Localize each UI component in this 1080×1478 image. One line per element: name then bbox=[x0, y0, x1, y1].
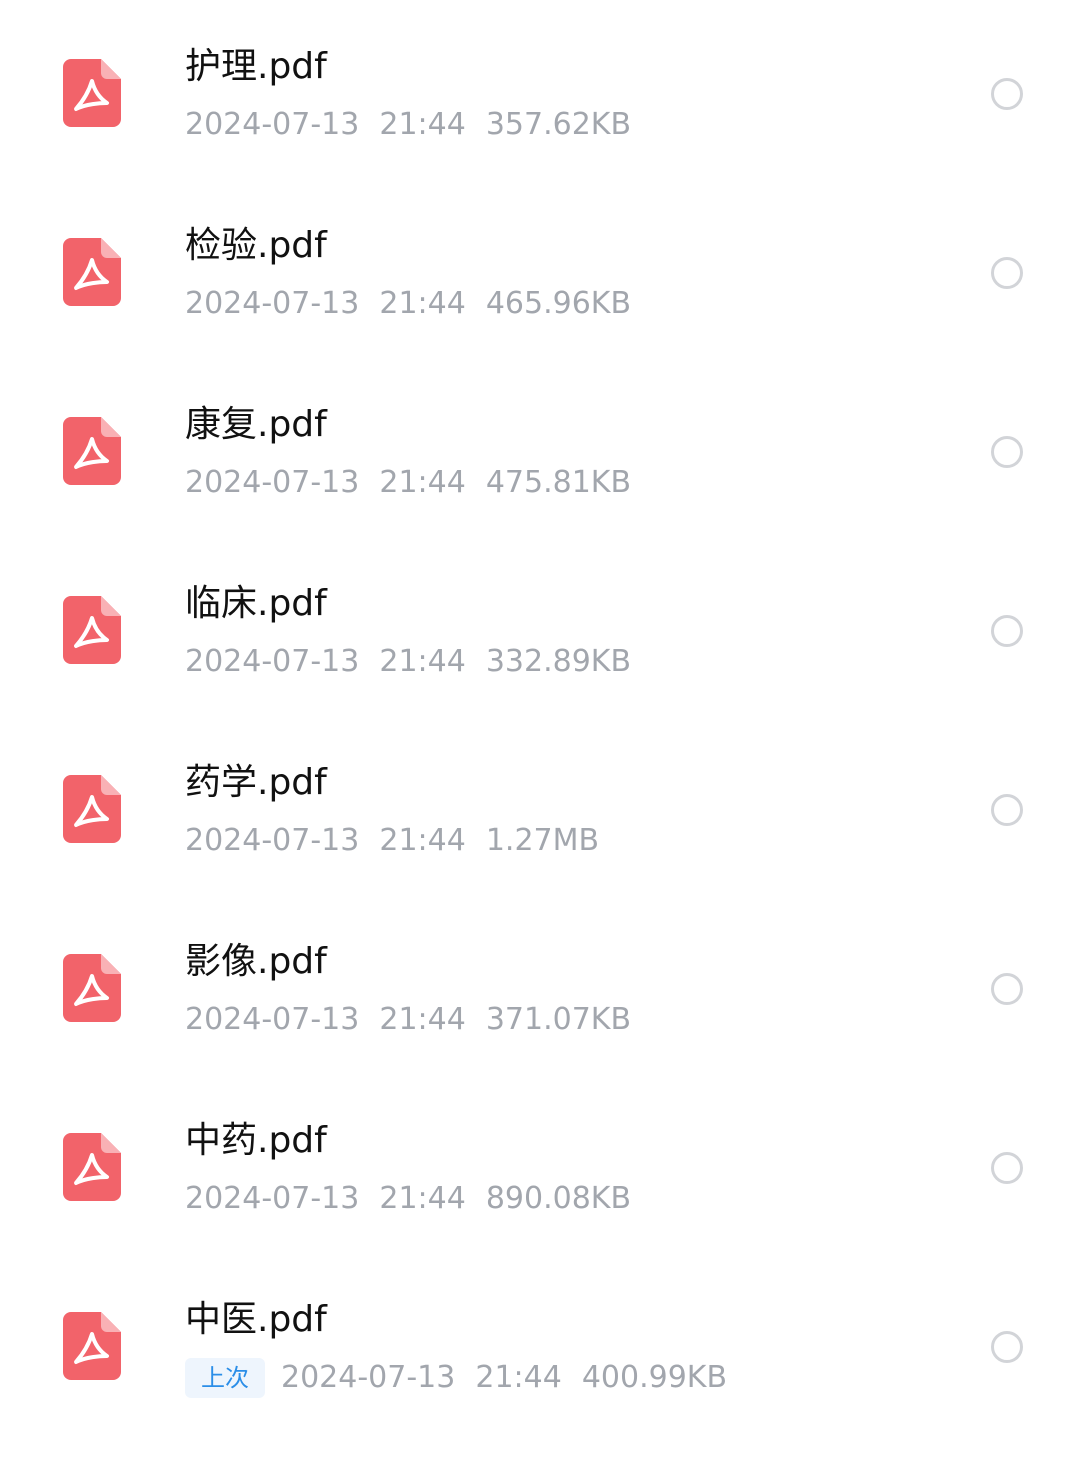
file-time: 21:44 bbox=[379, 823, 466, 858]
file-date: 2024-07-13 bbox=[185, 1181, 360, 1216]
file-meta: 2024-07-13 21:44 332.89KB bbox=[185, 642, 631, 682]
file-meta: 2024-07-13 21:44 465.96KB bbox=[185, 284, 631, 324]
file-time: 21:44 bbox=[379, 1002, 466, 1037]
file-name: 中药.pdf bbox=[185, 1120, 327, 1161]
pdf-icon bbox=[63, 417, 121, 485]
file-time: 21:44 bbox=[379, 465, 466, 500]
file-name: 药学.pdf bbox=[185, 762, 327, 803]
file-size: 465.96KB bbox=[485, 286, 632, 321]
file-meta: 2024-07-13 21:44 371.07KB bbox=[185, 1000, 631, 1040]
file-time: 21:44 bbox=[379, 107, 466, 142]
file-date: 2024-07-13 bbox=[185, 107, 360, 142]
file-size: 332.89KB bbox=[485, 644, 632, 679]
file-list-item[interactable]: 护理.pdf 2024-07-13 21:44 357.62KB bbox=[0, 4, 1080, 183]
select-radio[interactable] bbox=[991, 973, 1023, 1005]
file-time: 21:44 bbox=[379, 644, 466, 679]
pdf-icon bbox=[63, 238, 121, 306]
file-date: 2024-07-13 bbox=[185, 823, 360, 858]
file-list-item[interactable]: 临床.pdf 2024-07-13 21:44 332.89KB bbox=[0, 541, 1080, 720]
file-meta: 2024-07-13 21:44 890.08KB bbox=[185, 1179, 631, 1219]
file-list-item[interactable]: 中药.pdf 2024-07-13 21:44 890.08KB bbox=[0, 1078, 1080, 1257]
file-list-item[interactable]: 检验.pdf 2024-07-13 21:44 465.96KB bbox=[0, 183, 1080, 362]
select-radio[interactable] bbox=[991, 78, 1023, 110]
pdf-icon bbox=[63, 59, 121, 127]
select-radio[interactable] bbox=[991, 257, 1023, 289]
file-list-item[interactable]: 中医.pdf 上次 2024-07-13 21:44 400.99KB bbox=[0, 1257, 1080, 1436]
pdf-icon bbox=[63, 775, 121, 843]
file-meta: 上次 2024-07-13 21:44 400.99KB bbox=[185, 1358, 727, 1398]
file-name: 检验.pdf bbox=[185, 225, 327, 266]
file-size: 371.07KB bbox=[485, 1002, 632, 1037]
file-date: 2024-07-13 bbox=[185, 465, 360, 500]
pdf-icon bbox=[63, 1133, 121, 1201]
select-radio[interactable] bbox=[991, 1152, 1023, 1184]
last-opened-badge: 上次 bbox=[185, 1358, 265, 1398]
file-date: 2024-07-13 bbox=[185, 644, 360, 679]
file-name: 护理.pdf bbox=[185, 46, 327, 87]
file-name: 康复.pdf bbox=[185, 404, 327, 445]
file-time: 21:44 bbox=[379, 1181, 466, 1216]
file-size: 890.08KB bbox=[485, 1181, 632, 1216]
select-radio[interactable] bbox=[991, 794, 1023, 826]
file-size: 400.99KB bbox=[581, 1360, 728, 1395]
file-size: 1.27MB bbox=[485, 823, 600, 858]
select-radio[interactable] bbox=[991, 615, 1023, 647]
pdf-icon bbox=[63, 954, 121, 1022]
file-name: 影像.pdf bbox=[185, 941, 327, 982]
pdf-icon bbox=[63, 1312, 121, 1380]
file-name: 中医.pdf bbox=[185, 1299, 327, 1340]
file-meta: 2024-07-13 21:44 357.62KB bbox=[185, 105, 631, 145]
file-meta: 2024-07-13 21:44 1.27MB bbox=[185, 821, 599, 861]
file-date: 2024-07-13 bbox=[185, 1002, 360, 1037]
file-size: 357.62KB bbox=[485, 107, 632, 142]
file-date: 2024-07-13 bbox=[185, 286, 360, 321]
file-time: 21:44 bbox=[475, 1360, 562, 1395]
file-name: 临床.pdf bbox=[185, 583, 327, 624]
file-list-item[interactable]: 影像.pdf 2024-07-13 21:44 371.07KB bbox=[0, 899, 1080, 1078]
file-time: 21:44 bbox=[379, 286, 466, 321]
file-list-item[interactable]: 药学.pdf 2024-07-13 21:44 1.27MB bbox=[0, 720, 1080, 899]
file-meta: 2024-07-13 21:44 475.81KB bbox=[185, 463, 631, 503]
pdf-icon bbox=[63, 596, 121, 664]
file-date: 2024-07-13 bbox=[281, 1360, 456, 1395]
select-radio[interactable] bbox=[991, 436, 1023, 468]
file-size: 475.81KB bbox=[485, 465, 632, 500]
file-list: 护理.pdf 2024-07-13 21:44 357.62KB 检验.pdf … bbox=[0, 0, 1080, 1478]
select-radio[interactable] bbox=[991, 1331, 1023, 1363]
file-list-item[interactable]: 康复.pdf 2024-07-13 21:44 475.81KB bbox=[0, 362, 1080, 541]
